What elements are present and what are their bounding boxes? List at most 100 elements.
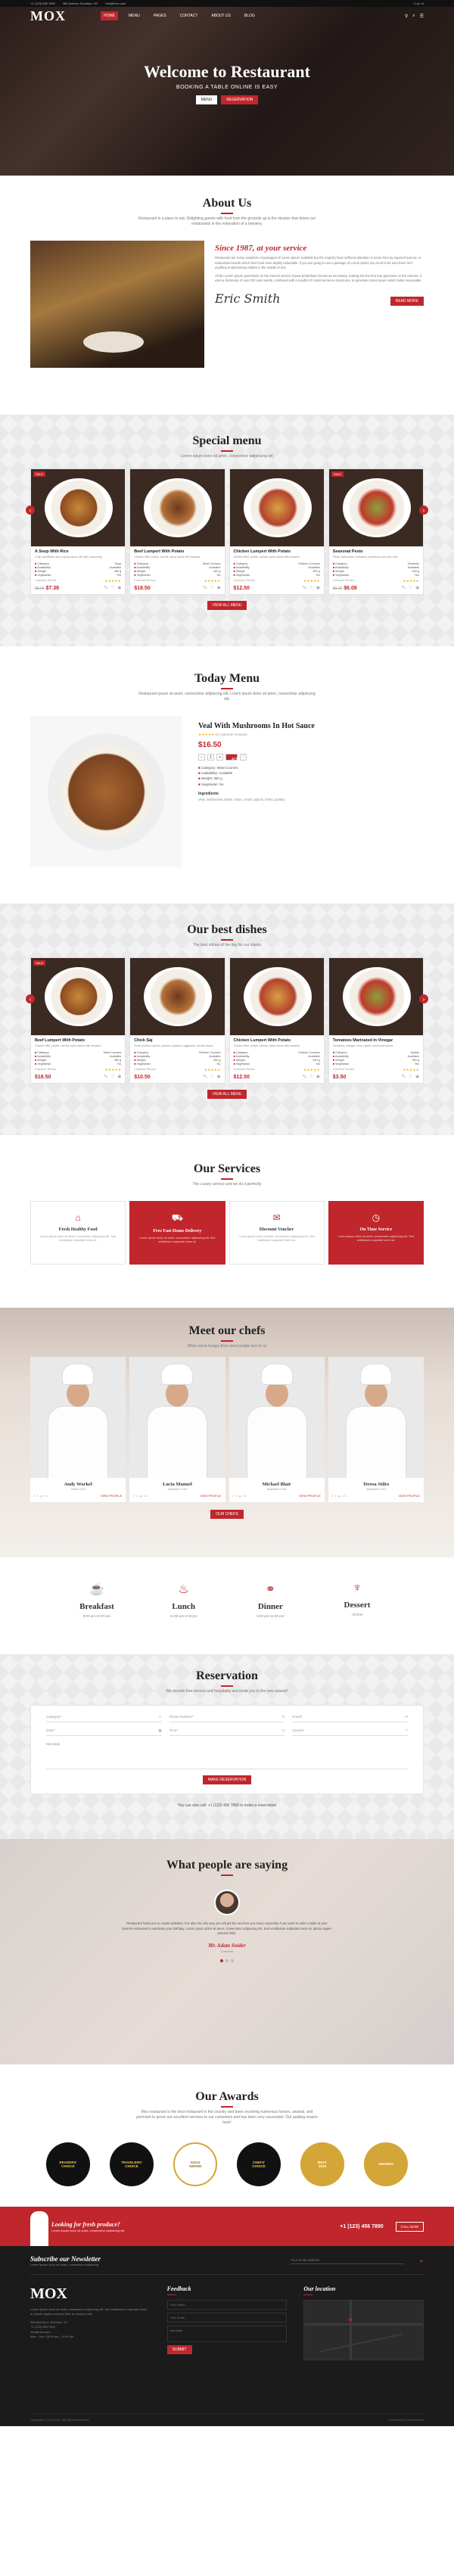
dish-image[interactable]: SALE (31, 958, 126, 1035)
nav-item-about[interactable]: ABOUT US (208, 11, 233, 20)
chef-card[interactable]: Lucia Manuel Assistant Chef f t g in VIE… (129, 1357, 225, 1502)
dish-name[interactable]: Seasonal Pesto (333, 549, 419, 554)
cart-icon[interactable]: ⚲ (405, 14, 408, 19)
heart-icon[interactable]: ♡ (409, 1075, 412, 1080)
nav-item-pages[interactable]: PAGES (151, 11, 169, 20)
cart-icon[interactable]: ⛍ (104, 1075, 108, 1080)
dish-image[interactable] (328, 958, 423, 1035)
prev-arrow-icon[interactable]: ‹ (26, 994, 35, 1003)
feedback-name-input[interactable]: Your Name (166, 2300, 288, 2310)
dish-card[interactable]: Chicken Lumpert With Potato Chicken fill… (229, 468, 325, 596)
credit-text[interactable]: Powered by ThemeForest (389, 2418, 424, 2422)
qty-value[interactable]: 1 (207, 754, 214, 761)
dish-card[interactable]: Beef Lumpert With Potato Chicken fillet,… (129, 468, 225, 596)
feedback-message-input[interactable]: Message (166, 2326, 288, 2342)
dish-name[interactable]: Tomatoes Marinated In Vinegar (333, 1038, 419, 1043)
cart-icon[interactable]: ⛍ (402, 1075, 406, 1080)
dish-name[interactable]: Chicken Lumpert With Potato (234, 549, 320, 554)
qty-plus-button[interactable]: + (216, 754, 223, 761)
site-logo[interactable]: MOX (30, 8, 66, 24)
service-card[interactable]: ✉ Discount Voucher Lorem ipsum dolor sit… (229, 1201, 325, 1265)
fresh-phone[interactable]: +1 (123) 456 7890 (340, 2224, 383, 2229)
cart-icon[interactable]: ⛍ (302, 586, 306, 591)
nav-item-contact[interactable]: CONTACT (177, 11, 201, 20)
dish-card[interactable]: Chicken Lumpert With Potato Chicken fill… (229, 957, 325, 1084)
heart-icon[interactable]: ♡ (111, 586, 115, 591)
our-chefs-button[interactable]: OUR CHEFS (210, 1510, 244, 1519)
phone-field[interactable]: Phone Number* ✆ (169, 1715, 285, 1722)
cart-icon[interactable]: ⛍ (203, 586, 207, 591)
heart-icon[interactable]: ♡ (309, 1075, 313, 1080)
view-all-menu-button[interactable]: VIEW ALL MENU (207, 1090, 247, 1100)
heart-icon[interactable]: ♡ (210, 1075, 214, 1080)
menu-button[interactable]: MENU (195, 95, 218, 104)
dish-image[interactable]: SALE (328, 469, 423, 546)
add-to-cart-button[interactable]: ADD TO CART (225, 754, 242, 774)
eye-icon[interactable]: ◉ (415, 586, 419, 591)
prev-arrow-icon[interactable]: ‹ (26, 506, 35, 515)
heart-icon[interactable]: ♡ (210, 586, 214, 591)
chef-card[interactable]: Teresa Stiles Assistant Chef f t g in VI… (328, 1357, 424, 1502)
service-card[interactable]: ⛟ Free Fast Home Delivery Lorem ipsum do… (129, 1201, 225, 1265)
dish-card[interactable]: SALE Beef Lumpert With Potato Chicken fi… (30, 957, 126, 1084)
newsletter-email-input[interactable]: Your email address (291, 2258, 405, 2264)
email-field[interactable]: Email* ✉ (292, 1715, 409, 1722)
nav-item-home[interactable]: HOME (101, 11, 118, 20)
cart-icon[interactable]: ⛍ (302, 1075, 306, 1080)
dish-name[interactable]: Beef Lumpert With Potato (134, 549, 220, 554)
today-reviews[interactable]: (2 customer reviews) (216, 733, 247, 736)
menu-icon[interactable]: ☰ (420, 14, 424, 19)
view-profile-link[interactable]: VIEW PROFILE (200, 1494, 221, 1498)
message-field[interactable]: Message (46, 1742, 408, 1769)
service-card[interactable]: ⌂ Fresh Healthy Food Lorem ipsum dolor s… (30, 1201, 126, 1265)
service-card[interactable]: ◷ On Time Service Lorem ipsum dolor sit … (328, 1201, 424, 1265)
call-now-button[interactable]: CALL NOW (395, 2221, 424, 2232)
eye-icon[interactable]: ◉ (316, 586, 320, 591)
next-arrow-icon[interactable]: › (419, 506, 428, 515)
dish-image[interactable] (229, 958, 324, 1035)
make-reservation-button[interactable]: MAKE RESERVATION (202, 1775, 252, 1784)
chef-social-icons[interactable]: f t g in (233, 1494, 247, 1498)
guests-field[interactable]: Guests* ⚇ (292, 1728, 409, 1736)
dish-name[interactable]: Chicken Lumpert With Potato (234, 1038, 320, 1043)
heart-icon[interactable]: ♡ (111, 1075, 115, 1080)
qty-minus-button[interactable]: − (198, 754, 205, 761)
dish-card[interactable]: SALE A Soup With Rice Crisp cauliflower … (30, 468, 126, 596)
next-arrow-icon[interactable]: › (419, 994, 428, 1003)
footer-logo[interactable]: MOX (30, 2285, 151, 2303)
eye-icon[interactable]: ◉ (117, 586, 121, 591)
carousel-dot[interactable] (220, 1959, 223, 1963)
chef-social-icons[interactable]: f t g in (34, 1494, 48, 1498)
wishlist-heart-icon[interactable]: ♡ (240, 754, 247, 761)
time-field[interactable]: Time* ◷ (169, 1728, 285, 1736)
send-icon[interactable]: ➤ (419, 2258, 424, 2264)
dish-image[interactable] (130, 469, 225, 546)
feedback-email-input[interactable]: Your Email (166, 2313, 288, 2322)
cart-icon[interactable]: ⛍ (104, 586, 108, 591)
dish-image[interactable] (229, 469, 324, 546)
topbar-phone[interactable]: +1 (123) 456 7890 (30, 2, 55, 5)
dish-name[interactable]: Beef Lumpert With Potato (35, 1038, 121, 1043)
dish-name[interactable]: Chick Saj (134, 1038, 220, 1043)
dish-image[interactable] (130, 958, 225, 1035)
eye-icon[interactable]: ◉ (316, 1075, 320, 1080)
dish-card[interactable]: Tomatoes Marinated In Vinegar Tomatoes, … (328, 957, 424, 1084)
topbar-email[interactable]: info@mox.com (105, 2, 126, 5)
nav-item-menu[interactable]: MENU (126, 11, 143, 20)
date-field[interactable]: Date* ▦ (46, 1728, 162, 1736)
cart-icon[interactable]: ⛍ (402, 586, 406, 591)
chef-card[interactable]: Andy Workel Head Chef f t g in VIEW PROF… (30, 1357, 126, 1502)
view-profile-link[interactable]: VIEW PROFILE (101, 1494, 122, 1498)
reservation-button[interactable]: RESERVATION (221, 95, 259, 104)
cart-icon[interactable]: ⛍ (203, 1075, 207, 1080)
category-field[interactable]: Category* ☺ (46, 1715, 162, 1722)
carousel-dot[interactable] (225, 1959, 229, 1963)
nav-item-blog[interactable]: BLOG (241, 11, 258, 20)
location-map[interactable]: ● (303, 2300, 424, 2360)
view-profile-link[interactable]: VIEW PROFILE (399, 1494, 420, 1498)
dish-name[interactable]: A Soup With Rice (35, 549, 121, 554)
topbar-social-icons[interactable]: f t g+ in (414, 2, 424, 5)
heart-icon[interactable]: ♡ (309, 586, 313, 591)
today-dish-name[interactable]: Veal With Mushrooms In Hot Sauce (198, 722, 407, 730)
feedback-submit-button[interactable]: SUBMIT (166, 2345, 192, 2354)
